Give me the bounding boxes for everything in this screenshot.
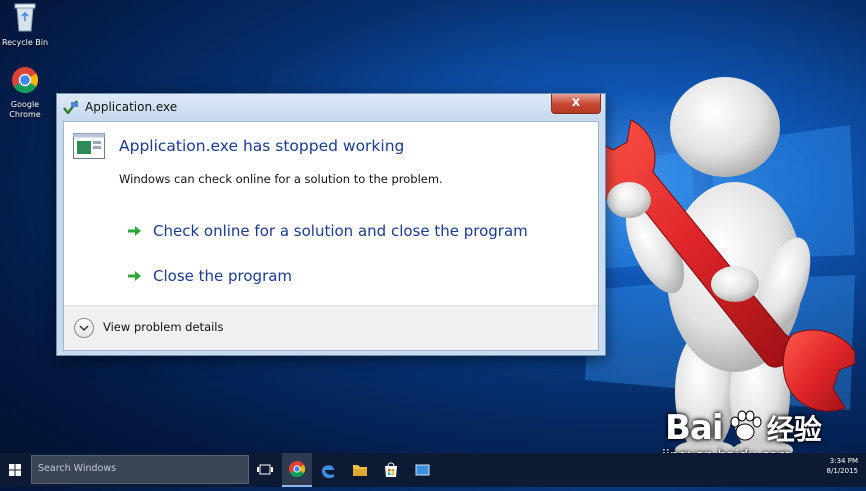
chrome-taskbar-button[interactable] (282, 453, 312, 487)
start-button[interactable] (0, 453, 31, 487)
desktop-icon-recycle-bin[interactable]: Recycle Bin (0, 2, 50, 48)
store-taskbar-button[interactable] (376, 453, 406, 487)
baidu-watermark: Bai 经验 (665, 408, 822, 448)
clock-date: 8/1/2015 (826, 467, 858, 475)
chrome-icon (12, 67, 39, 94)
watermark-brand: Bai (665, 408, 724, 448)
green-arrow-icon (128, 271, 141, 281)
search-box[interactable]: Search Windows (31, 455, 249, 484)
chrome-label: Google Chrome (9, 100, 41, 119)
expand-details-button[interactable] (74, 318, 94, 338)
application-window-icon (73, 133, 105, 159)
main-instruction: Application.exe has stopped working (119, 137, 405, 155)
desktop-icon-google-chrome[interactable]: Google Chrome (0, 66, 50, 120)
clock-time: 3:34 PM (829, 457, 858, 465)
app-icon (415, 464, 430, 476)
content-text: Windows can check online for a solution … (119, 172, 443, 186)
chrome-icon (289, 461, 306, 478)
store-icon (385, 462, 397, 477)
file-explorer-icon (353, 465, 367, 476)
error-reporting-icon (63, 100, 78, 114)
recycle-bin-label: Recycle Bin (1, 38, 49, 47)
app-taskbar-button[interactable] (407, 453, 437, 487)
edge-icon (322, 465, 334, 479)
window-title: Application.exe (85, 100, 178, 114)
check-online-command-link[interactable]: Check online for a solution and close th… (128, 220, 528, 242)
watermark-brand-cn: 经验 (766, 413, 822, 446)
dialog-footer: View problem details (64, 305, 598, 350)
edge-taskbar-button[interactable] (313, 453, 343, 487)
green-arrow-icon (128, 226, 141, 236)
windows-logo-icon (9, 464, 21, 476)
chevron-down-icon (79, 325, 89, 332)
system-clock[interactable]: 3:34 PM 8/1/2015 (827, 456, 858, 476)
file-explorer-taskbar-button[interactable] (345, 453, 375, 487)
close-button[interactable]: x (551, 94, 601, 114)
search-placeholder: Search Windows (38, 463, 117, 474)
error-dialog: Application.exe x Application.exe has st… (56, 93, 606, 356)
close-program-label: Close the program (153, 267, 293, 285)
view-problem-details-label[interactable]: View problem details (103, 320, 224, 334)
task-view-icon (257, 464, 273, 475)
check-online-label: Check online for a solution and close th… (153, 222, 528, 240)
dialog-content-area: Application.exe has stopped working Wind… (63, 121, 599, 351)
task-view-button[interactable] (250, 453, 280, 487)
close-program-command-link[interactable]: Close the program (128, 265, 292, 287)
recycle-bin-icon (14, 3, 36, 32)
dialog-titlebar[interactable]: Application.exe x (57, 94, 605, 120)
taskbar: Search Windows 3:34 PM 8/1/2015 (0, 453, 866, 487)
paw-icon (730, 410, 762, 441)
